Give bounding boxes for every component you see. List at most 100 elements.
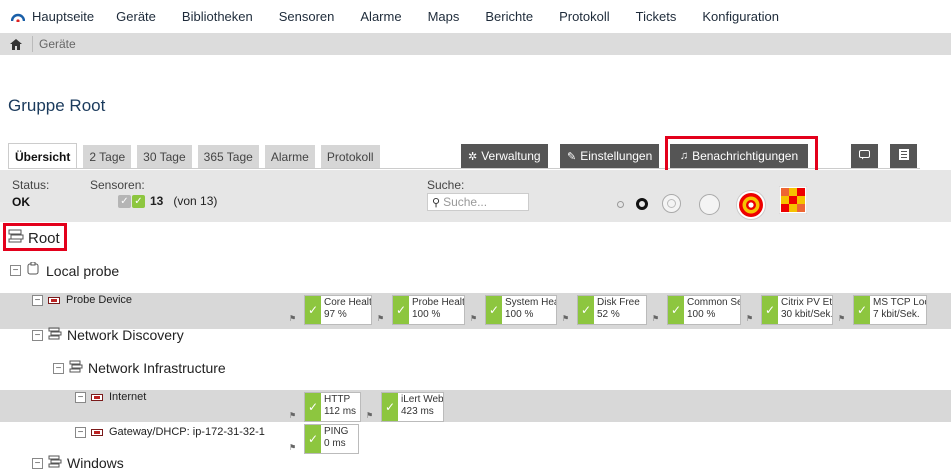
sensor-tile[interactable]: ✓Core Health97 % <box>304 295 372 325</box>
sensor-count[interactable]: ✓ ✓ 13 (von 13) <box>118 194 217 208</box>
sensor-tile[interactable]: ✓Common Sea...100 % <box>667 295 741 325</box>
nav-berichte[interactable]: Berichte <box>485 9 533 24</box>
sensor-name: PING <box>324 426 349 437</box>
sensor-value: 97 % <box>324 309 347 320</box>
einstellungen-button[interactable]: ✎ Einstellungen <box>560 144 660 168</box>
tree-node-network-infrastructure-label: Network Infrastructure <box>88 360 226 376</box>
sensor-tile[interactable]: ✓Probe Health100 % <box>392 295 465 325</box>
comment-button[interactable] <box>851 144 878 168</box>
breadcrumb: Geräte <box>0 33 951 55</box>
nav-konfiguration[interactable]: Konfiguration <box>702 9 779 24</box>
sensor-text: Common Sea...100 % <box>684 296 740 324</box>
tab-365-tage[interactable]: 365 Tage <box>197 145 259 169</box>
sensor-tile[interactable]: ✓iLert Website423 ms <box>381 392 444 422</box>
treemap-view-icon[interactable] <box>778 185 808 217</box>
view-circle-large-icon[interactable] <box>699 194 720 215</box>
pause-flag-icon[interactable]: ⚑ <box>289 314 296 323</box>
breadcrumb-current[interactable]: Geräte <box>39 37 76 51</box>
collapse-icon[interactable]: − <box>32 457 43 469</box>
sensor-ok-checkmark-icon: ✓ <box>382 393 398 421</box>
nav-maps[interactable]: Maps <box>428 9 460 24</box>
nav-geraete[interactable]: Geräte <box>116 9 156 24</box>
tree-node-probe-device[interactable]: − Probe Device <box>32 294 132 306</box>
sensor-tile[interactable]: ✓ Disk Free 52 % <box>577 295 647 325</box>
nav-sensoren[interactable]: Sensoren <box>279 9 335 24</box>
sunburst-view-icon[interactable] <box>736 190 766 220</box>
tab-2-tage[interactable]: 2 Tage <box>83 145 132 169</box>
sensor-tile[interactable]: ✓Citrix PV Eth...30 kbit/Sek. <box>761 295 833 325</box>
pause-flag-icon[interactable]: ⚑ <box>562 314 569 323</box>
sensor-value: 7 kbit/Sek. <box>873 309 920 320</box>
device-icon <box>48 296 60 304</box>
sensor-value: 100 % <box>687 309 716 320</box>
search-icon: ⚲ <box>432 196 441 209</box>
view-circle-icon[interactable] <box>662 194 681 213</box>
tab-protokoll[interactable]: Protokoll <box>320 145 380 169</box>
sensor-value: 100 % <box>412 309 441 320</box>
list-button[interactable] <box>890 144 917 168</box>
tree-node-network-discovery[interactable]: − Network Discovery <box>32 327 184 343</box>
sensor-name: Citrix PV Eth... <box>781 297 832 308</box>
search-placeholder: Suche... <box>443 195 488 209</box>
sensor-ok-checkmark-icon: ✓ <box>305 296 321 324</box>
sensor-text: HTTP 112 ms <box>321 393 360 421</box>
highlight-frame-root <box>3 223 67 251</box>
group-icon <box>48 327 62 343</box>
sensor-tile[interactable]: ✓ PING 0 ms <box>304 424 359 454</box>
tree-node-local-probe[interactable]: − Local probe <box>10 261 119 279</box>
tree-node-network-infrastructure[interactable]: − Network Infrastructure <box>53 360 226 376</box>
tab-30-tage[interactable]: 30 Tage <box>137 145 192 169</box>
search-label: Suche: <box>427 178 465 192</box>
tree-node-internet-label: Internet <box>109 391 147 403</box>
list-icon <box>898 149 909 163</box>
status-bar: Status: OK Sensoren: ✓ ✓ 13 (von 13) Suc… <box>0 170 951 222</box>
collapse-icon[interactable]: − <box>53 362 64 374</box>
tree-node-internet[interactable]: − Internet <box>75 391 146 403</box>
sensor-text: PING 0 ms <box>321 425 358 453</box>
device-icon <box>91 393 103 401</box>
collapse-icon[interactable]: − <box>32 329 43 341</box>
view-dot-small-icon[interactable] <box>617 201 624 208</box>
nav-tickets[interactable]: Tickets <box>636 9 677 24</box>
sensor-ok-checkmark-icon: ✓ <box>305 425 321 453</box>
pause-flag-icon[interactable]: ⚑ <box>652 314 659 323</box>
sensor-ok-checkmark-icon: ✓ <box>668 296 684 324</box>
home-icon[interactable] <box>10 37 24 51</box>
tab-alarme[interactable]: Alarme <box>264 145 315 169</box>
einstellungen-label: Einstellungen <box>580 149 653 163</box>
verwaltung-button[interactable]: ✲ Verwaltung <box>461 144 548 168</box>
checkmark-grey-icon: ✓ <box>118 194 131 208</box>
prtg-logo-icon[interactable] <box>10 9 26 25</box>
tree-node-gateway[interactable]: − Gateway/DHCP: ip-172-31-32-1 <box>75 426 265 438</box>
collapse-icon[interactable]: − <box>10 265 21 276</box>
pause-flag-icon[interactable]: ⚑ <box>366 411 373 420</box>
tree-node-windows[interactable]: − Windows <box>32 455 124 471</box>
sensor-tile[interactable]: ✓MS TCP Loop...7 kbit/Sek. <box>853 295 927 325</box>
tree-node-probe-device-label: Probe Device <box>66 294 133 306</box>
pause-flag-icon[interactable]: ⚑ <box>746 314 753 323</box>
nav-protokoll[interactable]: Protokoll <box>559 9 610 24</box>
pause-flag-icon[interactable]: ⚑ <box>377 314 384 323</box>
sensor-name: HTTP <box>324 394 351 405</box>
nav-hauptseite[interactable]: Hauptseite <box>32 9 94 24</box>
collapse-icon[interactable]: − <box>75 426 86 438</box>
pause-flag-icon[interactable]: ⚑ <box>289 443 296 452</box>
search-input[interactable]: ⚲ Suche... <box>427 193 529 211</box>
sensor-value: 423 ms <box>401 406 434 417</box>
sensor-name: Probe Health <box>412 297 464 308</box>
probe-icon <box>26 261 40 279</box>
nav-alarme[interactable]: Alarme <box>360 9 401 24</box>
sensor-ok-checkmark-icon: ✓ <box>305 393 321 421</box>
nav-bibliotheken[interactable]: Bibliotheken <box>182 9 253 24</box>
checkmark-green-icon: ✓ <box>132 194 145 208</box>
pause-flag-icon[interactable]: ⚑ <box>838 314 845 323</box>
sensor-tile[interactable]: ✓System Health100 % <box>485 295 557 325</box>
collapse-icon[interactable]: − <box>32 294 43 306</box>
view-dot-bold-icon[interactable] <box>636 198 648 210</box>
collapse-icon[interactable]: − <box>75 391 86 403</box>
pause-flag-icon[interactable]: ⚑ <box>470 314 477 323</box>
pause-flag-icon[interactable]: ⚑ <box>289 411 296 420</box>
tab-uebersicht[interactable]: Übersicht <box>8 143 78 169</box>
sensor-tile[interactable]: ✓ HTTP 112 ms <box>304 392 361 422</box>
sensor-ok-checkmark-icon: ✓ <box>854 296 870 324</box>
